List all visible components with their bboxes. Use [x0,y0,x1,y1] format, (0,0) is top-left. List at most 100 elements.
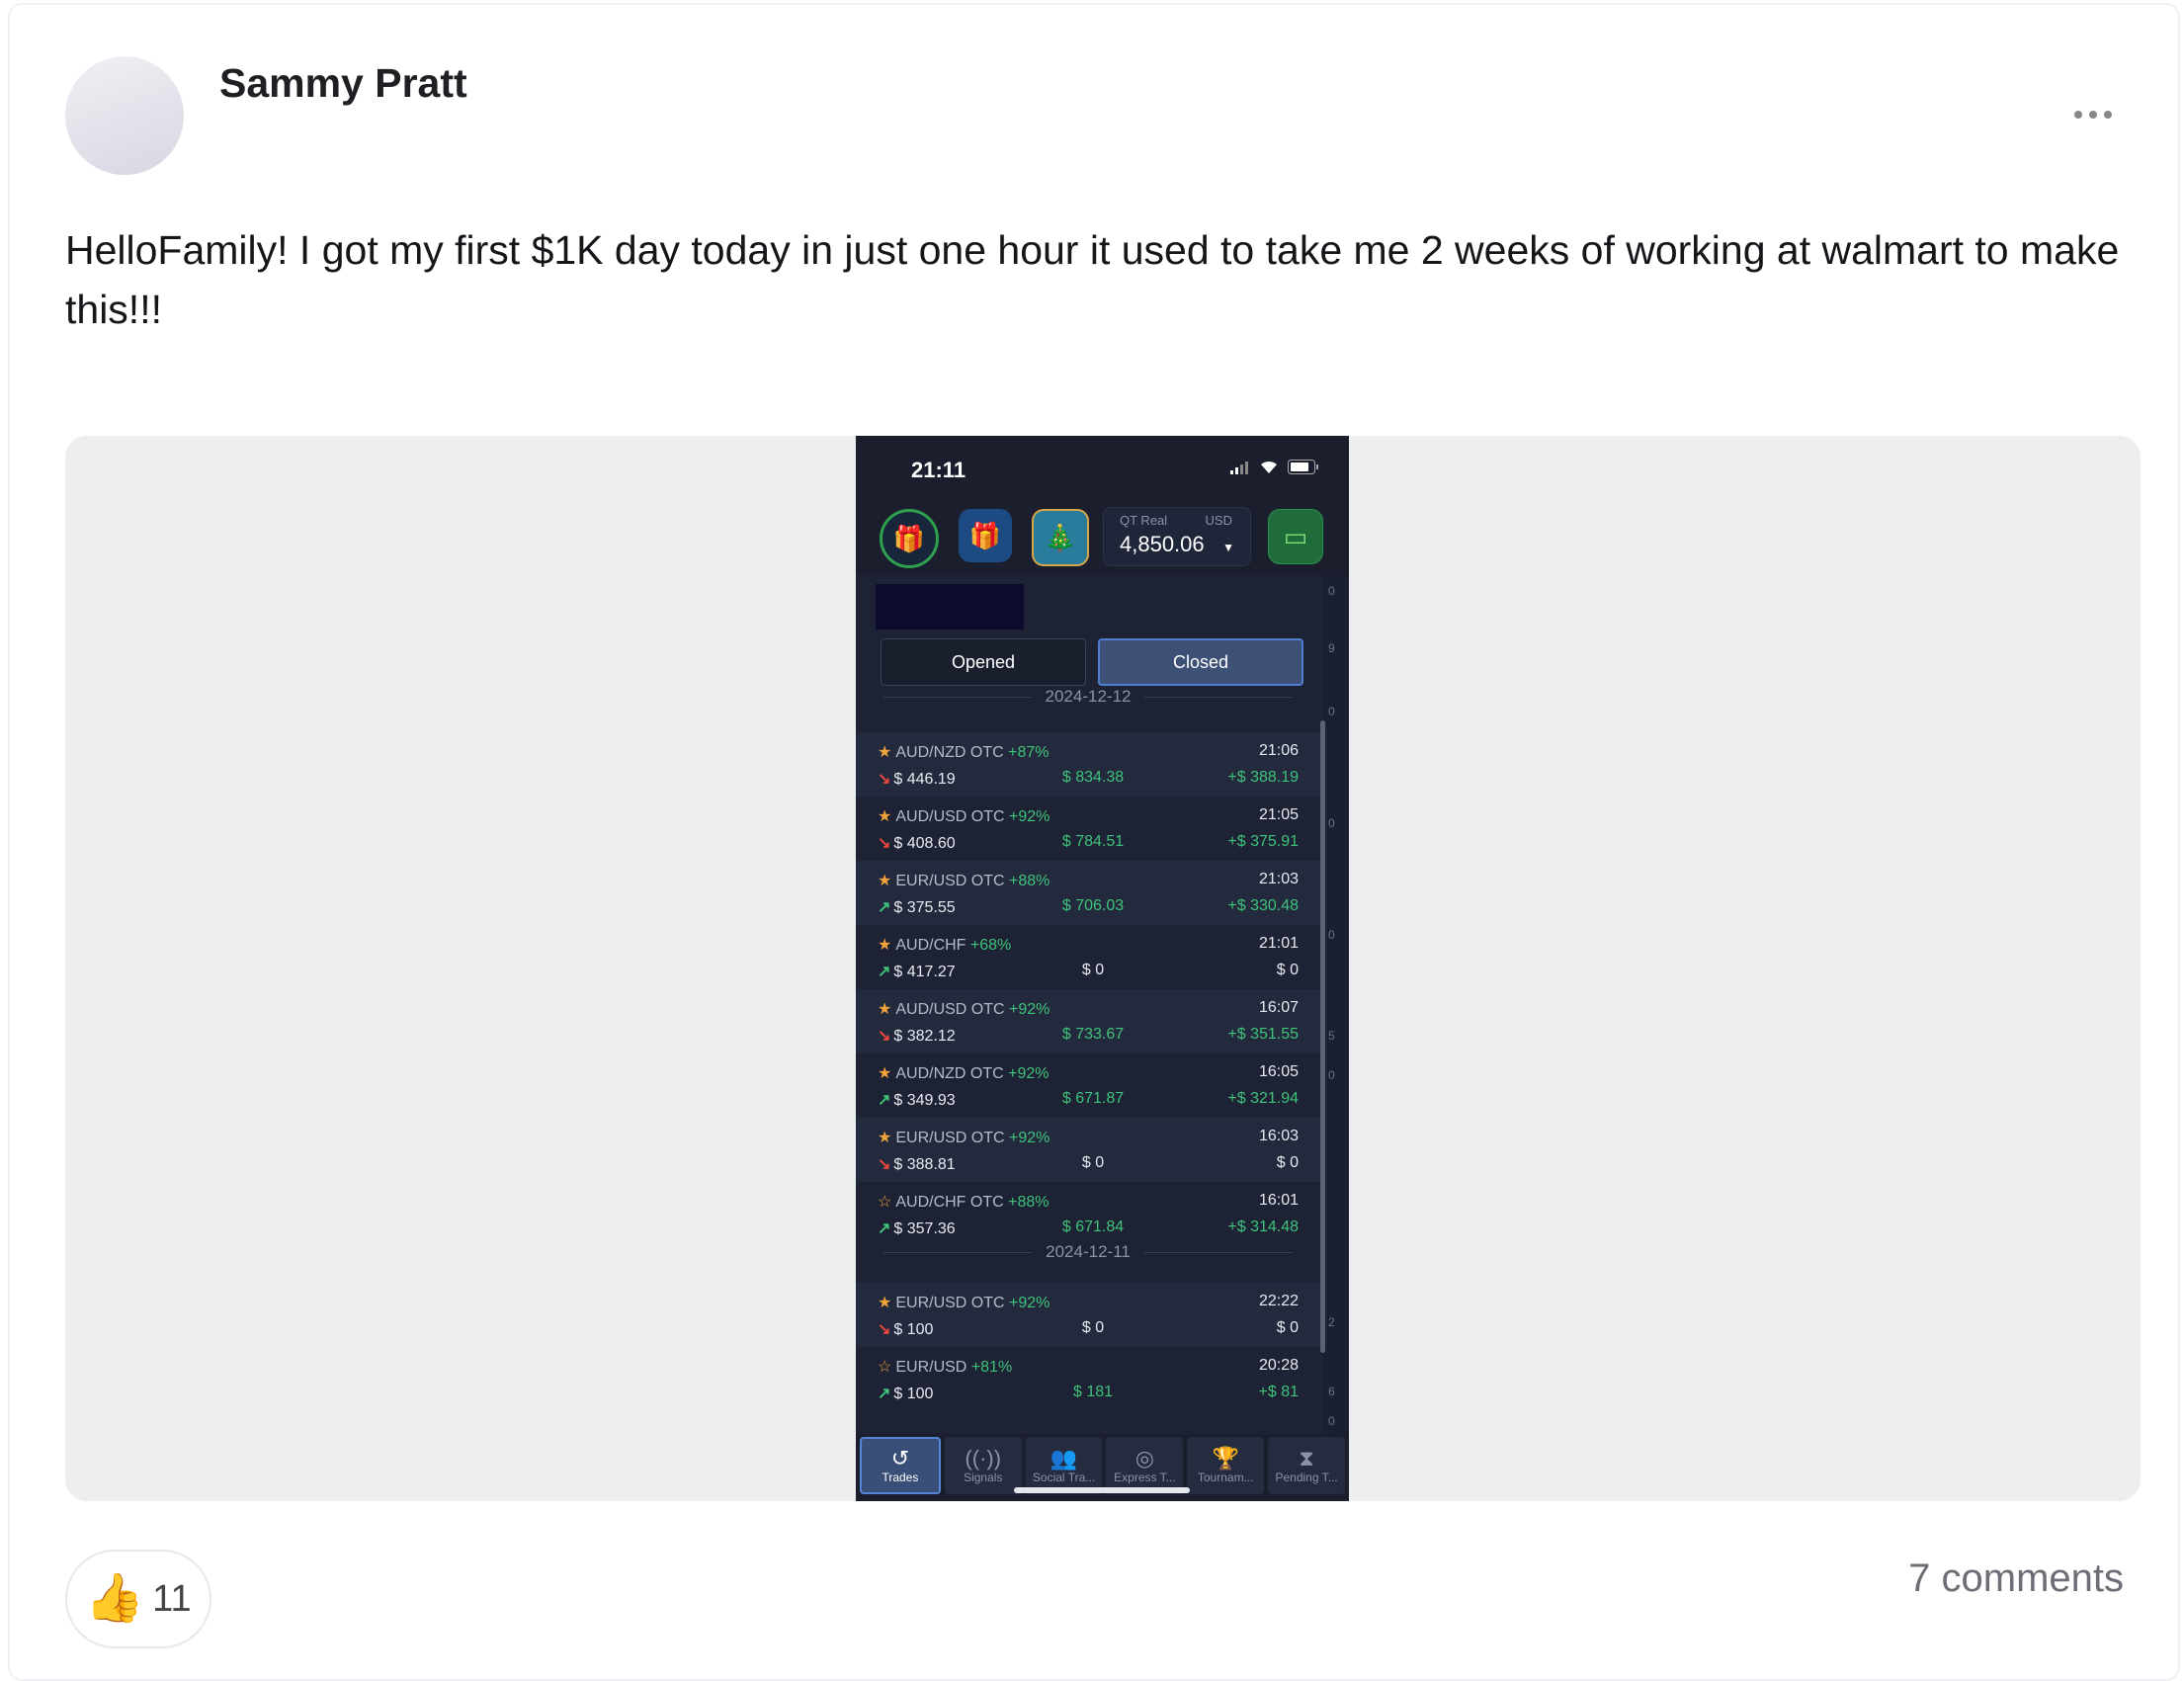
hourglass-icon: ⧗ [1299,1446,1314,1471]
amount-value: $ 100 [893,1386,934,1402]
pair-name: EUR/USD OTC [895,873,1005,889]
payout-percent: +92% [1009,1001,1050,1018]
nav-item-3[interactable]: ◎ Express T... [1106,1437,1184,1494]
chart-axis-label: 0 [1328,705,1335,718]
trade-pair: ★ AUD/CHF +68% [878,935,1011,955]
pair-name: AUD/NZD OTC [895,1065,1004,1082]
wallet-icon[interactable]: ▭ [1268,509,1323,564]
trade-pair: ★ AUD/USD OTC +92% [878,806,1050,826]
nav-label: Express T... [1114,1471,1176,1484]
trade-payout: $ 671.84 [1061,1219,1125,1235]
trade-payout: $ 834.38 [1061,769,1125,786]
trade-row[interactable]: ★ EUR/USD OTC +88% 21:03 ↗ $ 375.55 $ 706.03 +… [856,861,1320,925]
arrow-down-icon: ↘ [878,1156,891,1173]
wifi-icon [1261,461,1277,473]
star-icon[interactable]: ★ [878,1130,891,1146]
trade-time: 22:22 [1258,1293,1299,1309]
trade-payout: $ 0 [1081,1319,1105,1336]
payout-percent: +92% [1009,808,1050,825]
trade-amount: ↘ $ 382.12 [878,1026,956,1046]
chart-axis-label: 0 [1328,816,1335,830]
trade-time: 21:01 [1258,935,1299,952]
tab-closed[interactable]: Closed [1098,638,1303,686]
trade-amount: ↘ $ 446.19 [878,769,956,789]
trade-time: 16:01 [1258,1192,1299,1209]
avatar[interactable] [65,56,184,175]
chart-axis-label: 6 [1328,1385,1335,1398]
trade-row[interactable]: ★ AUD/CHF +68% 21:01 ↗ $ 417.27 $ 0 $ 0 [856,925,1320,989]
tab-opened[interactable]: Opened [881,638,1086,686]
like-button[interactable]: 👍 11 [65,1550,211,1648]
trade-payout: $ 784.51 [1061,833,1125,850]
thumbs-up-icon: 👍 [85,1572,145,1625]
trade-amount: ↗ $ 357.36 [878,1219,956,1238]
nav-item-5[interactable]: ⧗ Pending T... [1268,1437,1345,1494]
payout-percent: +68% [969,937,1012,954]
christmas-tree-icon[interactable]: 🎄 [1032,509,1089,566]
chart-axis-label: 2 [1328,1315,1335,1329]
amount-value: $ 375.55 [893,899,956,916]
trade-row[interactable]: ☆ AUD/CHF OTC +88% 16:01 ↗ $ 357.36 $ 671.84 +… [856,1182,1320,1246]
trade-time: 21:05 [1258,806,1299,823]
nav-item-4[interactable]: 🏆 Tournam... [1187,1437,1265,1494]
nav-item-2[interactable]: 👥 Social Tra... [1025,1437,1103,1494]
pair-name: AUD/CHF OTC [895,1194,1004,1211]
pair-name: AUD/CHF [895,937,966,954]
star-icon[interactable]: ★ [878,1001,891,1018]
pair-name: EUR/USD OTC [895,1295,1005,1311]
amount-value: $ 446.19 [893,771,956,788]
payout-percent: +92% [1008,1065,1050,1082]
gift-icon[interactable]: 🎁 [880,509,939,568]
trade-amount: ↘ $ 388.81 [878,1154,956,1174]
trade-profit: +$ 351.55 [1227,1026,1299,1043]
trade-row[interactable]: ★ EUR/USD OTC +92% 16:03 ↘ $ 388.81 $ 0 $ 0 [856,1118,1320,1182]
trade-time: 16:03 [1258,1128,1299,1144]
trade-time: 21:03 [1258,871,1299,887]
trade-pair: ★ AUD/USD OTC +92% [878,999,1050,1019]
trade-row[interactable]: ☆ EUR/USD +81% 20:28 ↗ $ 100 $ 181 +$ 81 [856,1347,1320,1411]
star-icon[interactable]: ★ [878,808,891,825]
star-icon[interactable]: ☆ [878,1194,891,1211]
trade-profit: +$ 321.94 [1227,1090,1299,1107]
nav-item-0[interactable]: ↺ Trades [860,1437,941,1494]
signal-icon [1230,461,1248,474]
chart-axis-label: 5 [1328,1029,1335,1043]
like-count: 11 [152,1577,192,1620]
present-box-icon[interactable]: 🎁 [959,509,1012,562]
star-icon[interactable]: ★ [878,937,891,954]
trade-profit: +$ 314.48 [1227,1219,1299,1235]
trade-amount: ↘ $ 100 [878,1319,933,1339]
trade-payout: $ 671.87 [1061,1090,1125,1107]
more-options-icon[interactable] [2065,100,2121,129]
payout-percent: +87% [1008,744,1050,761]
scrollbar[interactable] [1320,720,1325,1353]
trade-pair: ☆ EUR/USD +81% [878,1357,1012,1377]
trade-row[interactable]: ★ EUR/USD OTC +92% 22:22 ↘ $ 100 $ 0 $ 0 [856,1283,1320,1347]
trade-pair: ★ EUR/USD OTC +92% [878,1293,1050,1312]
battery-icon [1288,460,1318,474]
nav-item-1[interactable]: ((·)) Signals [944,1437,1022,1494]
chart-axis-label: 0 [1328,928,1335,942]
author-name[interactable]: Sammy Pratt [219,60,467,107]
trade-row[interactable]: ★ AUD/USD OTC +92% 21:05 ↘ $ 408.60 $ 784.51 +… [856,797,1320,861]
account-currency: USD [1205,513,1232,528]
trade-row[interactable]: ★ AUD/USD OTC +92% 16:07 ↘ $ 382.12 $ 733.67 +… [856,989,1320,1053]
star-icon[interactable]: ★ [878,873,891,889]
account-balance: 4,850.06 [1120,532,1205,556]
pair-name: EUR/USD OTC [895,1130,1005,1146]
pair-name: AUD/USD OTC [895,808,1005,825]
account-label: QT Real [1120,513,1168,528]
star-icon[interactable]: ☆ [878,1359,891,1376]
account-selector[interactable]: QT Real USD 4,850.06 ▼ [1103,507,1251,566]
star-icon[interactable]: ★ [878,1065,891,1082]
amount-value: $ 382.12 [893,1028,956,1045]
trade-payout: $ 0 [1081,962,1105,978]
chart-edge [1322,574,1349,1434]
trade-row[interactable]: ★ AUD/NZD OTC +87% 21:06 ↘ $ 446.19 $ 834.38 +… [856,732,1320,797]
trade-profit: +$ 81 [1258,1384,1299,1400]
trade-row[interactable]: ★ AUD/NZD OTC +92% 16:05 ↗ $ 349.93 $ 671.87 +… [856,1053,1320,1118]
star-icon[interactable]: ★ [878,1295,891,1311]
nav-label: Trades [882,1471,919,1484]
comments-link[interactable]: 7 comments [1908,1556,2124,1601]
star-icon[interactable]: ★ [878,744,891,761]
